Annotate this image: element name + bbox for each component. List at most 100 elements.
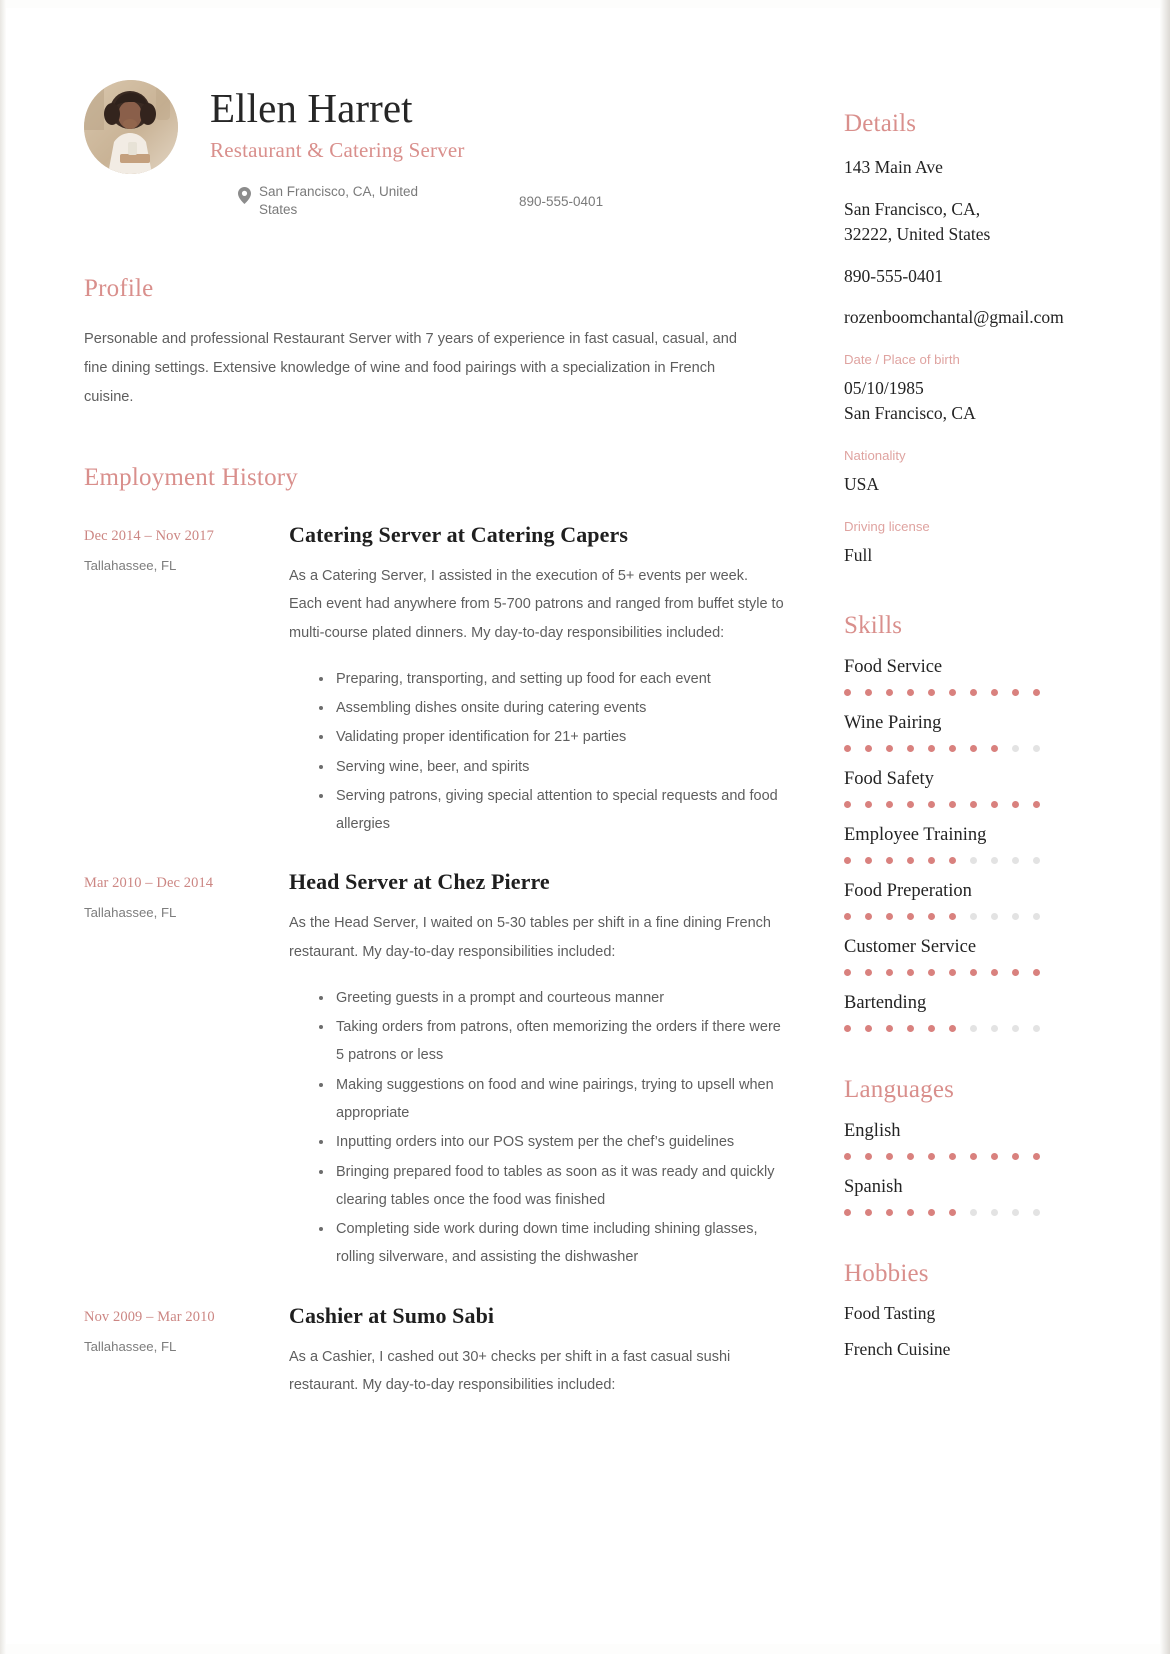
rating-dot <box>1033 1208 1040 1216</box>
skills-item: Wine Pairing <box>844 713 1106 752</box>
skills-item-label: Food Safety <box>844 768 934 789</box>
header-contact-row: San Francisco, CA, United States 890-555… <box>210 183 784 219</box>
rating-dot <box>844 1152 851 1160</box>
rating-dot <box>844 856 851 864</box>
header-location: San Francisco, CA, United States <box>238 183 439 219</box>
details-dob-label: Date / Place of birth <box>844 352 960 368</box>
employment-bullet: Completing side work during down time in… <box>319 1215 784 1272</box>
rating-dot <box>886 968 893 976</box>
rating-dot <box>907 1152 914 1160</box>
rating-dot <box>907 744 914 752</box>
rating-dot <box>844 1024 851 1032</box>
details-heading: Details <box>844 110 917 137</box>
skills-section: Skills Food Service Wine Pairing Food Safe… <box>844 612 1106 1032</box>
skills-item-rating <box>844 856 1040 864</box>
rating-dot <box>865 968 872 976</box>
rating-dot <box>928 800 935 808</box>
languages-item-label: English <box>844 1120 901 1141</box>
page-title: Ellen Harret <box>210 85 413 131</box>
rating-dot <box>949 744 956 752</box>
skills-item-rating <box>844 744 1040 752</box>
rating-dot <box>970 1024 977 1032</box>
employment-list: Dec 2014 – Nov 2017 Tallahassee, FL Cateri… <box>84 522 784 1399</box>
rating-dot <box>991 800 998 808</box>
employment-bullet: Bringing prepared food to tables as soon… <box>319 1158 784 1215</box>
main-column: Ellen Harret Restaurant & Catering Serve… <box>84 80 784 1399</box>
rating-dot <box>1033 912 1040 920</box>
skills-heading: Skills <box>844 611 903 639</box>
employment-dates: Nov 2009 – Mar 2010 <box>84 1308 215 1325</box>
rating-dot <box>865 1208 872 1216</box>
rating-dot <box>970 1152 977 1160</box>
rating-dot <box>1012 968 1019 976</box>
details-nationality-label: Nationality <box>844 447 906 463</box>
languages-item: Spanish <box>844 1177 1106 1216</box>
rating-dot <box>970 912 977 920</box>
rating-dot <box>865 912 872 920</box>
employment-bullet: Validating proper identification for 21+… <box>319 723 784 751</box>
header-text: Ellen Harret Restaurant & Catering Serve… <box>210 80 784 219</box>
employment-entry-meta: Dec 2014 – Nov 2017 Tallahassee, FL <box>84 522 289 839</box>
rating-dot <box>949 968 956 976</box>
hobbies-list: Food Tasting French Cuisine <box>844 1303 1106 1360</box>
employment-location: Tallahassee, FL <box>84 558 177 574</box>
languages-item-rating <box>844 1152 1040 1160</box>
profile-heading: Profile <box>84 275 154 303</box>
employment-bullet: Serving wine, beer, and spirits <box>319 753 784 781</box>
rating-dot <box>1012 800 1019 808</box>
employment-description: As a Catering Server, I assisted in the … <box>289 568 784 641</box>
rating-dot <box>949 800 956 808</box>
employment-entry-body: Head Server at Chez Pierre As the Head Se… <box>289 869 784 1272</box>
details-email[interactable]: rozenboomchantal@gmail.com <box>844 305 1106 330</box>
skills-item-rating <box>844 968 1040 976</box>
employment-bullet: Greeting guests in a prompt and courteou… <box>319 984 784 1012</box>
rating-dot <box>991 1208 998 1216</box>
rating-dot <box>928 688 935 696</box>
employment-bullet: Making suggestions on food and wine pair… <box>319 1071 784 1128</box>
hobby-item: French Cuisine <box>844 1338 951 1359</box>
details-license-value: Full <box>844 544 873 565</box>
employment-bullet: Inputting orders into our POS system per… <box>319 1128 784 1156</box>
details-dob-value: 05/10/1985 San Francisco, CA <box>844 378 976 424</box>
employment-dates: Mar 2010 – Dec 2014 <box>84 875 214 892</box>
resume-page: Ellen Harret Restaurant & Catering Serve… <box>0 0 1170 1654</box>
employment-description: As a Cashier, I cashed out 30+ checks pe… <box>289 1348 731 1393</box>
avatar <box>84 80 178 174</box>
rating-dot <box>844 912 851 920</box>
languages-section: Languages English Spanish <box>844 1076 1106 1216</box>
rating-dot <box>1033 968 1040 976</box>
rating-dot <box>865 856 872 864</box>
rating-dot <box>865 688 872 696</box>
rating-dot <box>907 688 914 696</box>
employment-title: Cashier at Sumo Sabi <box>289 1302 495 1328</box>
rating-dot <box>991 688 998 696</box>
resume-header: Ellen Harret Restaurant & Catering Serve… <box>84 80 784 219</box>
rating-dot <box>1033 688 1040 696</box>
rating-dot <box>928 856 935 864</box>
skills-item: Bartending <box>844 993 1106 1032</box>
rating-dot <box>970 744 977 752</box>
rating-dot <box>886 744 893 752</box>
rating-dot <box>949 1208 956 1216</box>
rating-dot <box>1012 912 1019 920</box>
rating-dot <box>907 856 914 864</box>
resume-sheet: Ellen Harret Restaurant & Catering Serve… <box>0 8 1170 1644</box>
employment-location: Tallahassee, FL <box>84 1338 177 1354</box>
rating-dot <box>907 912 914 920</box>
rating-dot <box>970 1208 977 1216</box>
rating-dot <box>844 1208 851 1216</box>
rating-dot <box>928 912 935 920</box>
rating-dot <box>991 744 998 752</box>
employment-dates: Dec 2014 – Nov 2017 <box>84 528 214 545</box>
rating-dot <box>1012 1152 1019 1160</box>
rating-dot <box>1012 1208 1019 1216</box>
skills-item-label: Food Preperation <box>844 880 972 901</box>
employment-entry: Nov 2009 – Mar 2010 Tallahassee, FL Cashie… <box>84 1303 784 1400</box>
rating-dot <box>1033 856 1040 864</box>
hobbies-heading: Hobbies <box>844 1259 929 1287</box>
employment-bullet: Assembling dishes onsite during catering… <box>319 694 784 722</box>
rating-dot <box>886 1152 893 1160</box>
profile-text: Personable and professional Restaurant S… <box>84 331 738 406</box>
sidebar: Details 143 Main Ave San Francisco, CA, … <box>844 80 1106 1399</box>
employment-location: Tallahassee, FL <box>84 905 177 921</box>
